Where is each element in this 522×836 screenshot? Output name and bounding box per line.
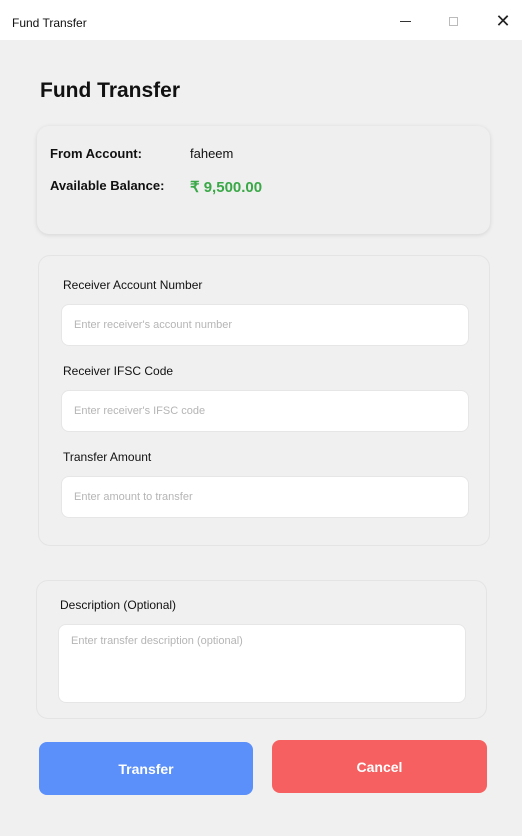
title-bar: Fund Transfer ✕ (0, 0, 522, 40)
amount-label: Transfer Amount (63, 450, 152, 464)
amount-placeholder: Enter amount to transfer (74, 491, 193, 503)
ifsc-placeholder: Enter receiver's IFSC code (74, 405, 206, 417)
close-button[interactable]: ✕ (488, 10, 518, 32)
description-textarea[interactable]: Enter transfer description (optional) (58, 624, 466, 703)
receiver-details-card: Receiver Account Number Enter receiver's… (38, 255, 490, 546)
account-number-placeholder: Enter receiver's account number (74, 319, 233, 331)
account-number-label: Receiver Account Number (63, 278, 203, 292)
minimize-button[interactable] (390, 10, 420, 32)
account-info-card: From Account: faheem Available Balance: … (37, 126, 490, 234)
from-account-value: faheem (190, 146, 234, 161)
available-balance-value: ₹ 9,500.00 (190, 179, 263, 196)
available-balance-label: Available Balance: (50, 178, 165, 193)
cancel-button[interactable]: Cancel (272, 740, 487, 793)
ifsc-input[interactable]: Enter receiver's IFSC code (61, 390, 469, 432)
description-placeholder: Enter transfer description (optional) (71, 635, 243, 647)
description-label: Description (Optional) (60, 598, 177, 612)
window-title: Fund Transfer (12, 16, 87, 30)
from-account-label: From Account: (50, 146, 142, 161)
ifsc-label: Receiver IFSC Code (63, 364, 174, 378)
account-number-input[interactable]: Enter receiver's account number (61, 304, 469, 346)
maximize-button[interactable] (438, 10, 468, 32)
amount-input[interactable]: Enter amount to transfer (61, 476, 469, 518)
page-title: Fund Transfer (40, 79, 181, 102)
description-card: Description (Optional) Enter transfer de… (36, 580, 487, 719)
maximize-icon (448, 16, 458, 26)
minimize-icon (399, 20, 411, 22)
close-icon: ✕ (495, 11, 511, 31)
transfer-button[interactable]: Transfer (39, 742, 253, 795)
